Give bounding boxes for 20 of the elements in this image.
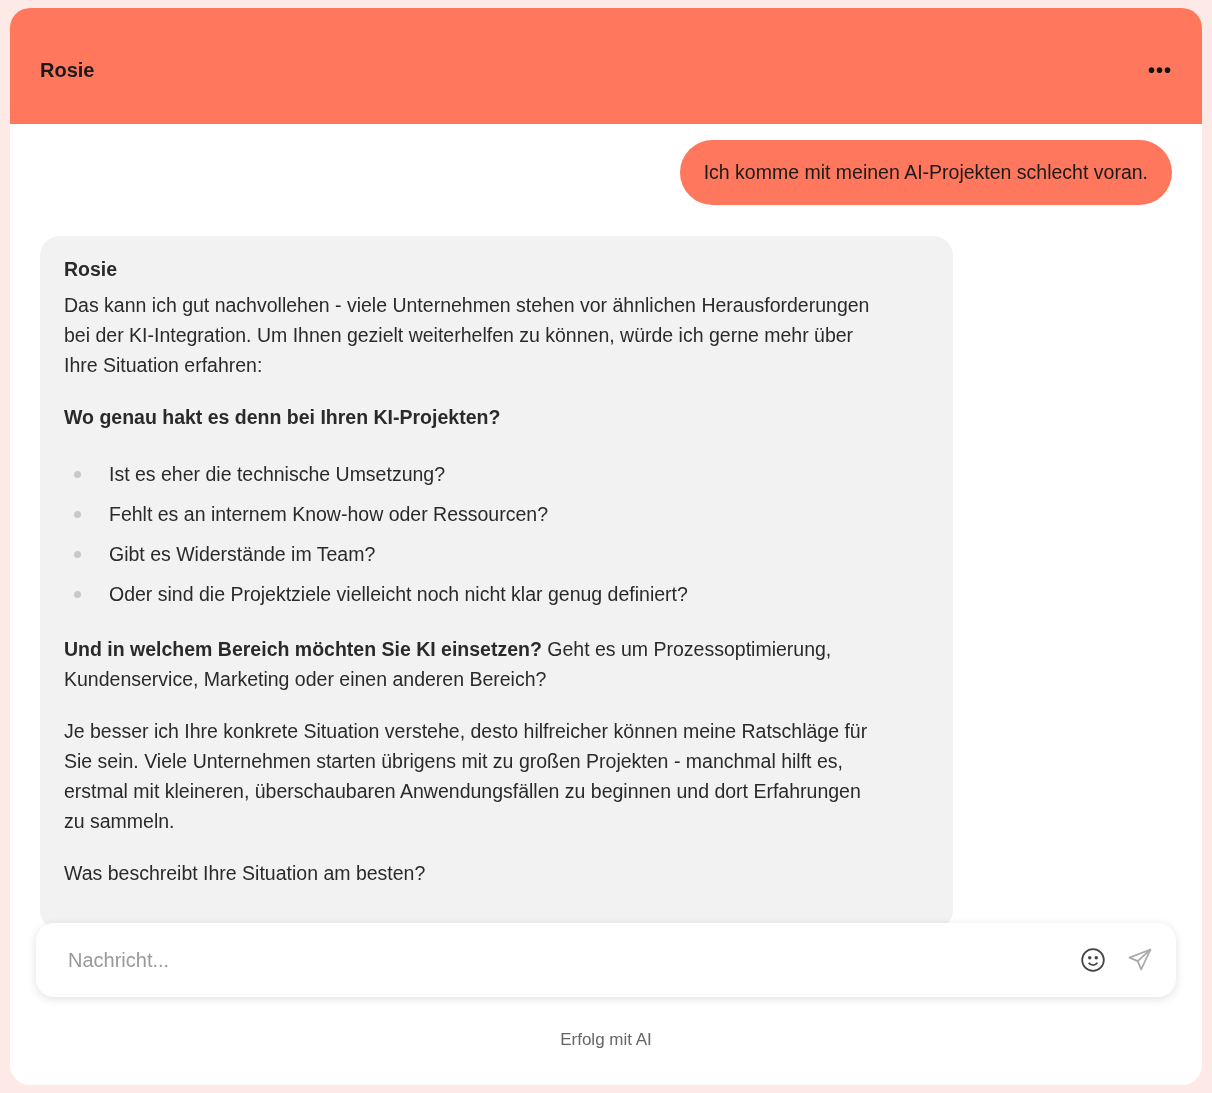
footer-text: Erfolg mit AI (559, 1029, 653, 1051)
smiley-icon[interactable] (1080, 947, 1106, 973)
message-paragraph: Das kann ich gut nachvollehen - viele Unternehmen stehen vor ähnlichen Herausforderungen bei der KI-Integration. Um Ihnen gezielt weiterhelfen zu können, würde ich gerne mehr über Ihre Situation erfahren: (64, 293, 871, 378)
list-item-text: Fehlt es an internem Know-how oder Ressourcen? (109, 502, 548, 527)
bullet-icon (74, 510, 81, 518)
sender-name: Rosie (64, 257, 119, 282)
user-message: Ich komme mit meinen AI-Projekten schlecht voran. (679, 140, 1172, 205)
list-item-text: Oder sind die Projektziele vielleicht noch nicht klar genug definiert? (109, 582, 688, 607)
message-paragraph: Und in welchem Bereich möchten Sie KI einsetzen? Geht es um Prozessoptimierung, Kundenservice, Marketing oder einen anderen Bereich? (64, 637, 833, 692)
list-item-text: Gibt es Widerstände im Team? (109, 542, 376, 567)
bullet-icon (74, 550, 81, 558)
list-item-text: Ist es eher die technische Umsetzung? (109, 462, 445, 487)
message-question: Wo genau hakt es denn bei Ihren KI-Projekten? (64, 405, 502, 430)
bullet-icon (74, 470, 81, 478)
message-paragraph: Was beschreibt Ihre Situation am besten? (64, 861, 427, 886)
more-menu-button[interactable]: ••• (1148, 58, 1172, 82)
bullet-icon (74, 590, 81, 598)
chat-title: Rosie (40, 58, 95, 82)
message-paragraph: Je besser ich Ihre konkrete Situation verstehe, desto hilfreicher können meine Ratschläge für Sie sein. Viele Unternehmen starten übrigens mit zu großen Projekten - manchmal hilft es, erstmal mit kleineren, überschaubaren Anwendungsfällen zu beginnen und dort Erfahrungen zu sammeln. (64, 719, 869, 834)
message-input-field[interactable]: Nachricht... (66, 947, 1060, 973)
